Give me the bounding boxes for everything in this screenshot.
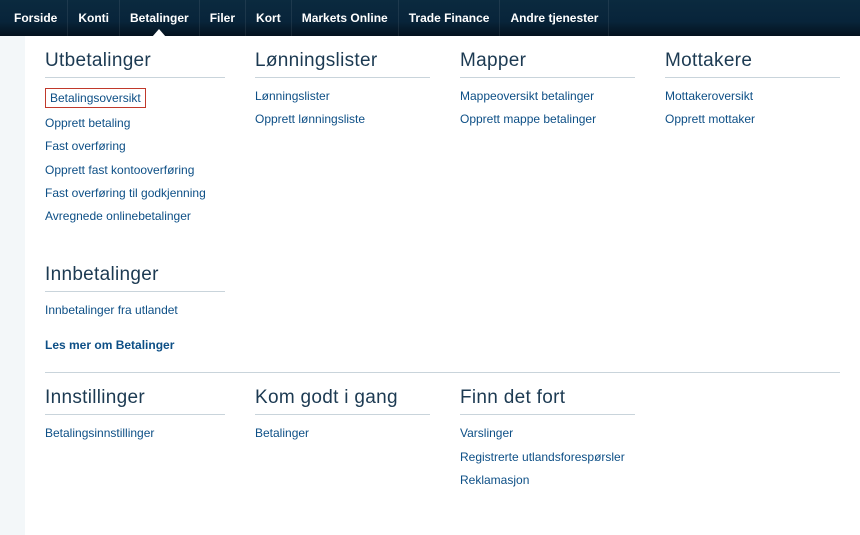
nav-tab-kort[interactable]: Kort	[246, 0, 292, 36]
linklist-lonningslister: Lønningslister Opprett lønningsliste	[255, 88, 430, 127]
nav-tab-andre-tjenester[interactable]: Andre tjenester	[500, 0, 609, 36]
col-empty	[665, 387, 840, 495]
nav-tab-filer[interactable]: Filer	[200, 0, 246, 36]
col-mottakere: Mottakere Mottakeroversikt Opprett motta…	[665, 50, 840, 352]
link-mappeoversikt-betalinger[interactable]: Mappeoversikt betalinger	[460, 89, 594, 103]
col-lonningslister: Lønningslister Lønningslister Opprett lø…	[255, 50, 430, 352]
nav-tab-konti[interactable]: Konti	[68, 0, 120, 36]
link-opprett-fast-konto[interactable]: Opprett fast kontooverføring	[45, 163, 194, 177]
left-gutter	[0, 36, 25, 535]
col-mapper: Mapper Mappeoversikt betalinger Opprett …	[460, 50, 635, 352]
link-les-mer-betalinger[interactable]: Les mer om Betalinger	[45, 338, 174, 352]
col-finndetfort: Finn det fort Varslinger Registrerte utl…	[460, 387, 635, 495]
link-opprett-betaling[interactable]: Opprett betaling	[45, 116, 130, 130]
linklist-mapper: Mappeoversikt betalinger Opprett mappe b…	[460, 88, 635, 127]
link-betalingsinnstillinger[interactable]: Betalingsinnstillinger	[45, 426, 154, 440]
section-title-mottakere: Mottakere	[665, 50, 840, 78]
link-avregnede-onlinebetalinger[interactable]: Avregnede onlinebetalinger	[45, 209, 191, 223]
linklist-komgodt: Betalinger	[255, 425, 430, 441]
nav-tab-markets-online[interactable]: Markets Online	[292, 0, 399, 36]
link-fast-overforing-godkjenning[interactable]: Fast overføring til godkjenning	[45, 186, 206, 200]
link-opprett-lonningsliste[interactable]: Opprett lønningsliste	[255, 112, 365, 126]
nav-tab-betalinger[interactable]: Betalinger	[120, 0, 200, 36]
section-title-finndetfort: Finn det fort	[460, 387, 635, 415]
section-title-innbetalinger: Innbetalinger	[45, 264, 225, 292]
link-registrerte-utlandsforesporsler[interactable]: Registrerte utlandsforespørsler	[460, 450, 625, 464]
col-utbetalinger: Utbetalinger Betalingsoversikt Opprett b…	[45, 50, 225, 352]
link-varslinger[interactable]: Varslinger	[460, 426, 513, 440]
link-opprett-mottaker[interactable]: Opprett mottaker	[665, 112, 755, 126]
linklist-innstillinger: Betalingsinnstillinger	[45, 425, 225, 441]
link-lonningslister[interactable]: Lønningslister	[255, 89, 330, 103]
linklist-finndetfort: Varslinger Registrerte utlandsforespørsl…	[460, 425, 635, 488]
link-mottakeroversikt[interactable]: Mottakeroversikt	[665, 89, 753, 103]
linklist-innbetalinger: Innbetalinger fra utlandet	[45, 302, 225, 318]
section-title-lonningslister: Lønningslister	[255, 50, 430, 78]
link-fast-overforing[interactable]: Fast overføring	[45, 139, 126, 153]
top-nav: Forside Konti Betalinger Filer Kort Mark…	[0, 0, 860, 36]
linklist-mottakere: Mottakeroversikt Opprett mottaker	[665, 88, 840, 127]
main-content: Utbetalinger Betalingsoversikt Opprett b…	[25, 36, 860, 535]
nav-tab-forside[interactable]: Forside	[4, 0, 68, 36]
link-innbetalinger-utlandet[interactable]: Innbetalinger fra utlandet	[45, 303, 178, 317]
section-title-komgodt: Kom godt i gang	[255, 387, 430, 415]
nav-tab-trade-finance[interactable]: Trade Finance	[399, 0, 501, 36]
link-opprett-mappe-betalinger[interactable]: Opprett mappe betalinger	[460, 112, 596, 126]
section-title-mapper: Mapper	[460, 50, 635, 78]
link-reklamasjon[interactable]: Reklamasjon	[460, 473, 529, 487]
col-komgodt: Kom godt i gang Betalinger	[255, 387, 430, 495]
linklist-utbetalinger: Betalingsoversikt Opprett betaling Fast …	[45, 88, 225, 224]
link-betalingsoversikt[interactable]: Betalingsoversikt	[45, 88, 146, 108]
section-title-utbetalinger: Utbetalinger	[45, 50, 225, 78]
section-title-innstillinger: Innstillinger	[45, 387, 225, 415]
link-komgodt-betalinger[interactable]: Betalinger	[255, 426, 309, 440]
col-innstillinger: Innstillinger Betalingsinnstillinger	[45, 387, 225, 495]
